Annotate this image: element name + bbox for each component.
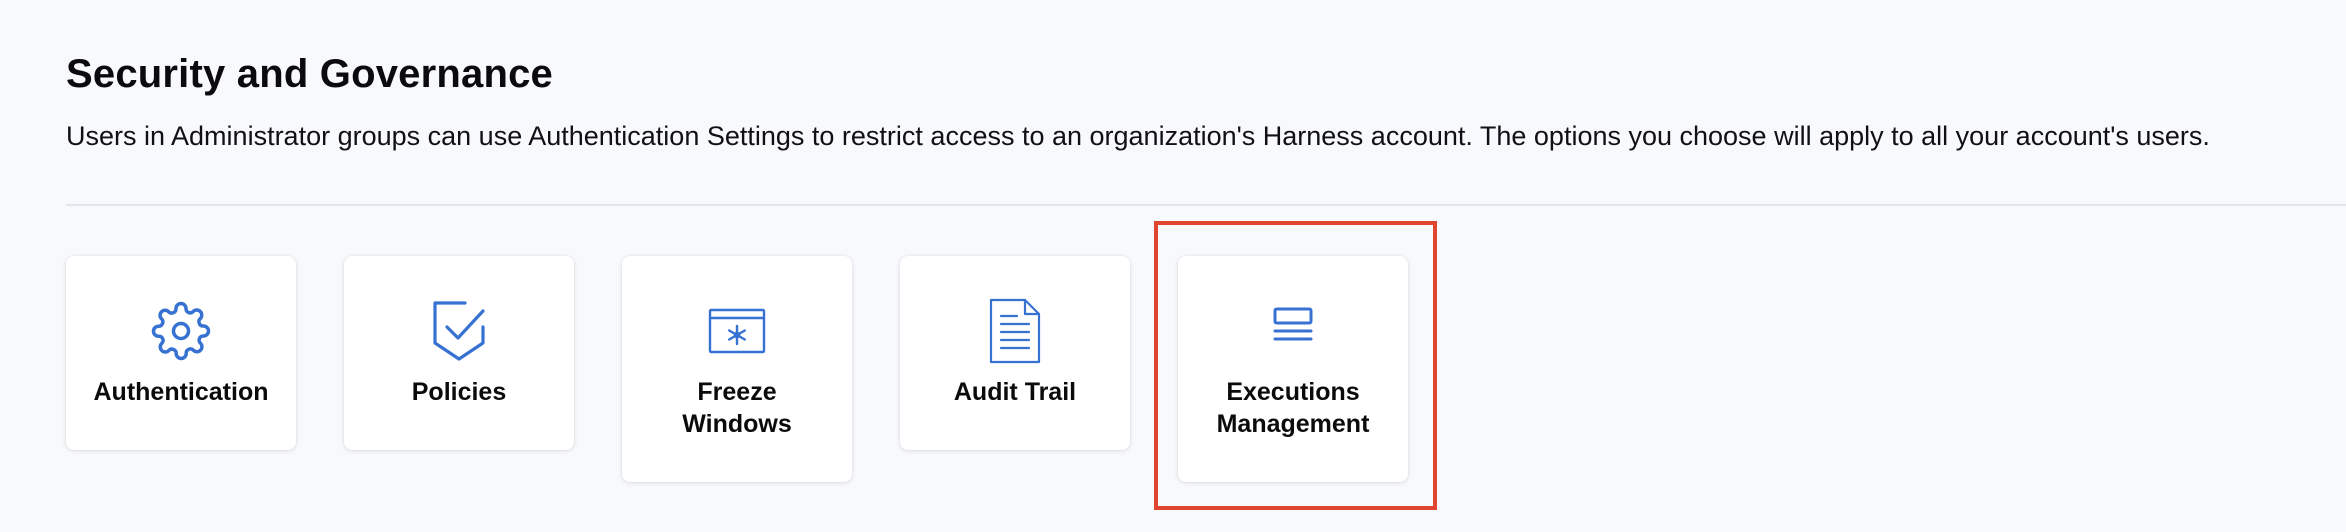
page-title: Security and Governance [66,52,554,96]
security-governance-page: Security and Governance Users in Adminis… [0,0,2346,532]
freeze-windows-card[interactable]: Freeze Windows [622,256,852,482]
executions-management-label-line: Executions Management [1216,378,1370,438]
gear-icon [66,296,296,366]
freeze-windows-label-line: Freeze Windows [682,378,792,438]
audit-trail-label: Audit Trail [953,378,1077,406]
audit-trail-card[interactable]: Audit Trail [900,256,1130,450]
policies-label: Policies [411,378,507,406]
policies-card[interactable]: Policies [344,256,574,450]
freeze-window-icon [622,296,852,366]
executions-list-icon [1178,290,1408,360]
authentication-label: Authentication [93,378,269,406]
freeze-windows-label: Freeze Windows [632,376,842,440]
divider [66,204,2346,206]
shield-check-icon [344,296,574,366]
executions-management-label: Executions Management [1188,376,1398,440]
page-description: Users in Administrator groups can use Au… [66,121,2210,151]
executions-management-card[interactable]: Executions Management [1178,256,1408,482]
authentication-card[interactable]: Authentication [66,256,296,450]
document-icon [900,296,1130,366]
